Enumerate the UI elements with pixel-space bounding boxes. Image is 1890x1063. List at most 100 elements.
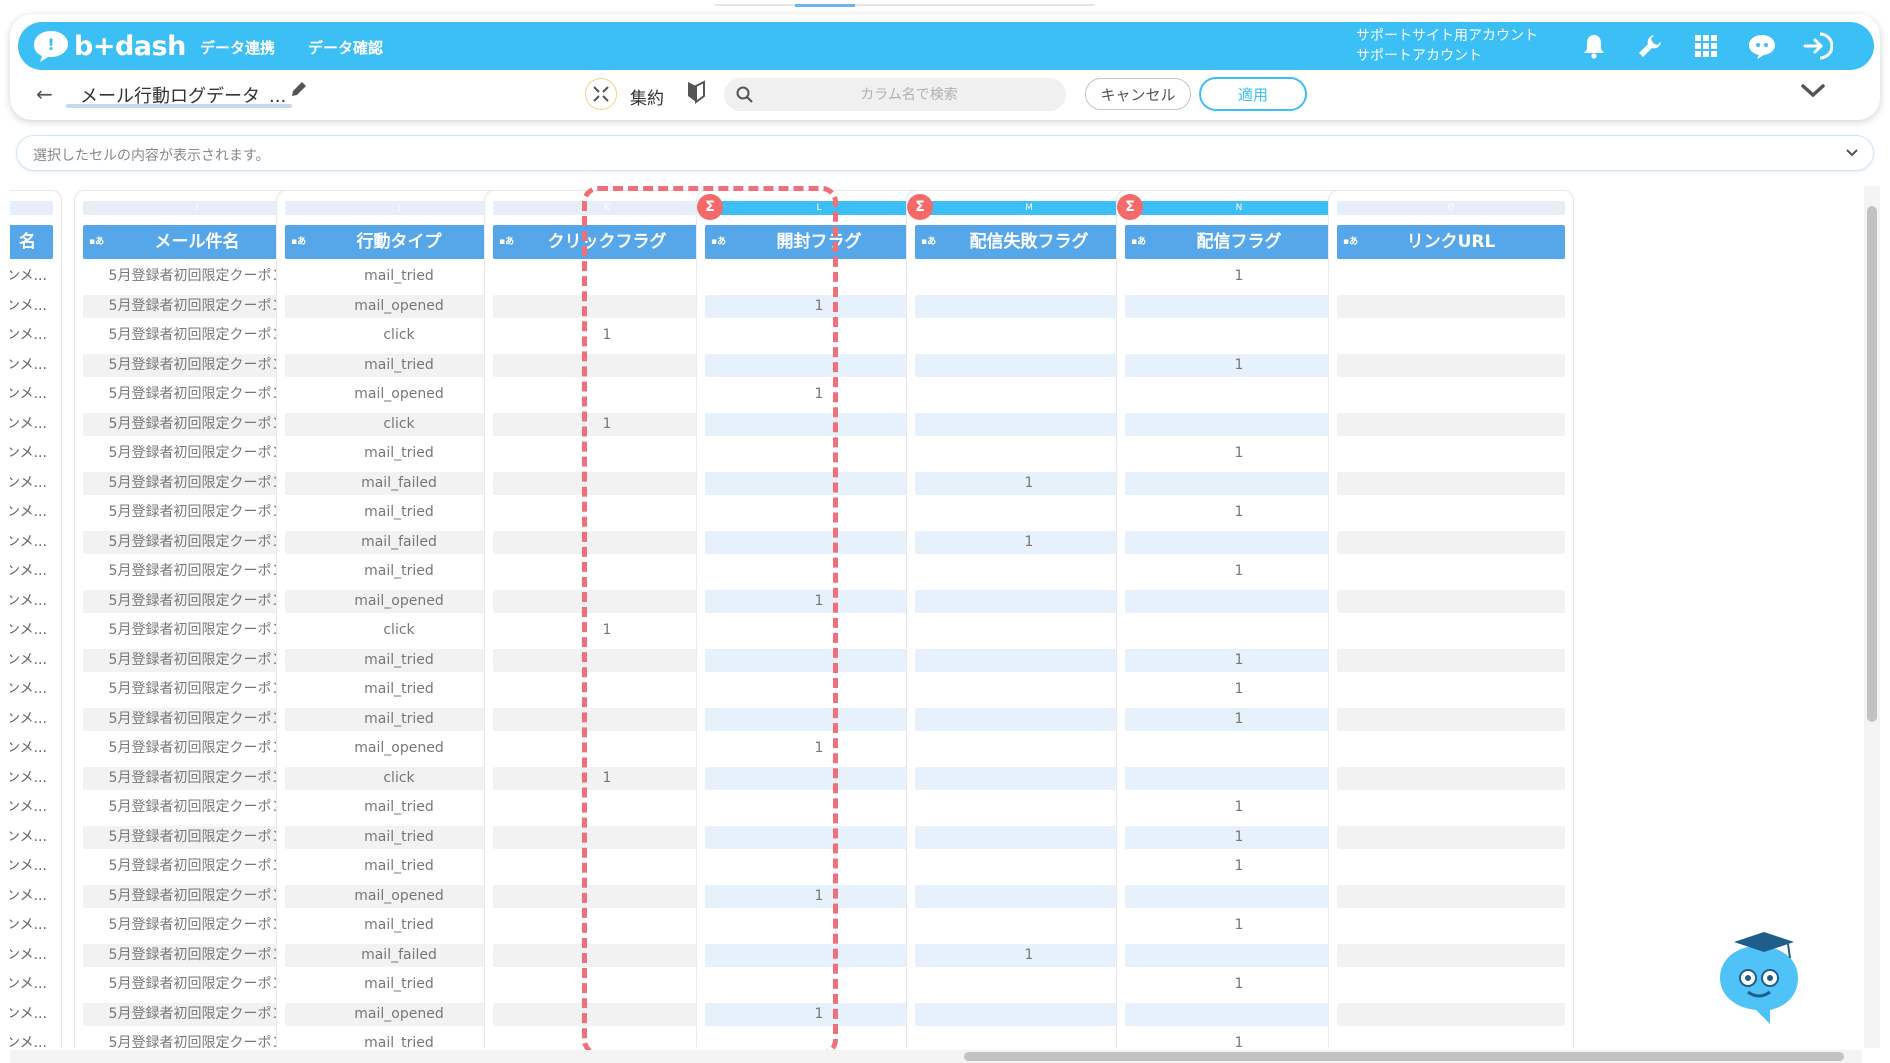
table-cell[interactable]: mail_tried <box>285 914 513 937</box>
table-cell[interactable]: mail_failed <box>285 943 513 967</box>
table-cell[interactable]: ンメ... <box>10 737 59 760</box>
table-cell[interactable]: click <box>285 324 513 347</box>
table-cell[interactable]: 1 <box>1125 678 1353 701</box>
table-cell[interactable]: ンメ... <box>10 265 59 288</box>
table-cell[interactable]: mail_tried <box>285 973 513 996</box>
table-cell[interactable] <box>1337 914 1565 937</box>
table-cell[interactable] <box>705 265 933 288</box>
table-cell[interactable]: 1 <box>1125 707 1353 731</box>
sigma-badge[interactable]: Σ <box>1117 194 1143 220</box>
table-cell[interactable] <box>915 560 1143 583</box>
table-cell[interactable] <box>493 294 721 318</box>
column-header-partial[interactable]: 名 <box>10 225 53 259</box>
table-cell[interactable]: ンメ... <box>10 678 59 701</box>
column-header[interactable]: ▪あ 配信失敗フラグ <box>915 225 1143 259</box>
table-cell[interactable] <box>1125 884 1353 908</box>
table-cell[interactable] <box>1337 294 1565 318</box>
table-cell[interactable]: mail_tried <box>285 825 513 849</box>
table-cell[interactable]: ンメ... <box>10 560 59 583</box>
table-cell[interactable] <box>705 501 933 524</box>
table-cell[interactable] <box>1337 796 1565 819</box>
chevron-down-icon[interactable] <box>1845 148 1859 158</box>
table-cell[interactable]: 1 <box>705 737 933 760</box>
chat-icon[interactable] <box>1746 30 1778 62</box>
table-cell[interactable] <box>705 678 933 701</box>
table-cell[interactable]: mail_tried <box>285 855 513 878</box>
table-cell[interactable]: mail_tried <box>285 678 513 701</box>
table-cell[interactable] <box>915 442 1143 465</box>
column-header[interactable]: ▪あ リンクURL <box>1337 225 1565 259</box>
nav-data-integration[interactable]: データ連携 <box>200 37 275 58</box>
table-cell[interactable]: 1 <box>705 1002 933 1026</box>
table-cell[interactable]: ンメ... <box>10 796 59 819</box>
table-cell[interactable] <box>493 530 721 554</box>
table-cell[interactable] <box>1337 973 1565 996</box>
table-cell[interactable]: 1 <box>705 589 933 613</box>
table-cell[interactable] <box>1337 737 1565 760</box>
table-cell[interactable]: 1 <box>1125 353 1353 377</box>
table-cell[interactable] <box>1337 442 1565 465</box>
table-cell[interactable] <box>1337 383 1565 406</box>
table-cell[interactable] <box>1337 501 1565 524</box>
table-cell[interactable] <box>493 973 721 996</box>
table-cell[interactable]: ンメ... <box>10 944 59 967</box>
horizontal-scroll-thumb[interactable] <box>964 1052 1844 1061</box>
table-cell[interactable]: mail_tried <box>285 442 513 465</box>
table-cell[interactable] <box>915 648 1143 672</box>
table-cell[interactable] <box>705 560 933 583</box>
table-cell[interactable]: click <box>285 412 513 436</box>
table-cell[interactable]: 1 <box>1125 560 1353 583</box>
table-cell[interactable] <box>1337 766 1565 790</box>
table-cell[interactable] <box>493 825 721 849</box>
vertical-scrollbar[interactable] <box>1864 186 1880 1048</box>
table-cell[interactable] <box>1337 471 1565 495</box>
table-cell[interactable]: 1 <box>1125 855 1353 878</box>
table-cell[interactable] <box>1125 1002 1353 1026</box>
back-arrow-icon[interactable]: ← <box>36 82 53 106</box>
table-cell[interactable]: ンメ... <box>10 619 59 642</box>
table-cell[interactable] <box>1125 324 1353 347</box>
table-cell[interactable]: ンメ... <box>10 295 59 318</box>
table-cell[interactable] <box>1125 294 1353 318</box>
table-cell[interactable] <box>1125 589 1353 613</box>
table-cell[interactable]: ンメ... <box>10 914 59 937</box>
table-cell[interactable]: 1 <box>915 943 1143 967</box>
horizontal-scrollbar[interactable] <box>10 1050 1862 1063</box>
table-cell[interactable] <box>705 324 933 347</box>
table-cell[interactable] <box>915 973 1143 996</box>
table-cell[interactable] <box>705 442 933 465</box>
table-cell[interactable] <box>1125 619 1353 642</box>
table-cell[interactable]: mail_opened <box>285 383 513 406</box>
table-cell[interactable]: 1 <box>493 766 721 790</box>
table-cell[interactable] <box>705 619 933 642</box>
table-cell[interactable]: ンメ... <box>10 649 59 672</box>
table-cell[interactable] <box>915 412 1143 436</box>
table-cell[interactable] <box>915 619 1143 642</box>
table-cell[interactable] <box>1337 530 1565 554</box>
table-cell[interactable] <box>493 648 721 672</box>
table-cell[interactable]: 1 <box>493 619 721 642</box>
table-cell[interactable] <box>1337 707 1565 731</box>
table-cell[interactable]: ンメ... <box>10 708 59 731</box>
table-cell[interactable] <box>493 501 721 524</box>
table-cell[interactable] <box>915 707 1143 731</box>
table-cell[interactable]: mail_tried <box>285 1032 513 1048</box>
table-cell[interactable] <box>493 442 721 465</box>
bell-icon[interactable] <box>1578 30 1610 62</box>
table-cell[interactable] <box>493 265 721 288</box>
sigma-badge[interactable]: Σ <box>697 194 723 220</box>
table-cell[interactable] <box>493 796 721 819</box>
table-cell[interactable]: mail_tried <box>285 501 513 524</box>
table-cell[interactable]: ンメ... <box>10 1003 59 1026</box>
chevron-down-icon[interactable] <box>1800 82 1826 104</box>
table-cell[interactable]: ンメ... <box>10 531 59 554</box>
table-cell[interactable]: ンメ... <box>10 324 59 347</box>
table-cell[interactable]: mail_opened <box>285 294 513 318</box>
table-cell[interactable] <box>705 943 933 967</box>
table-cell[interactable]: 1 <box>493 324 721 347</box>
table-cell[interactable]: ンメ... <box>10 354 59 377</box>
table-cell[interactable] <box>915 914 1143 937</box>
table-cell[interactable]: mail_tried <box>285 796 513 819</box>
account-info[interactable]: サポートサイト用アカウント サポートアカウント <box>1356 26 1538 66</box>
table-cell[interactable] <box>1337 648 1565 672</box>
